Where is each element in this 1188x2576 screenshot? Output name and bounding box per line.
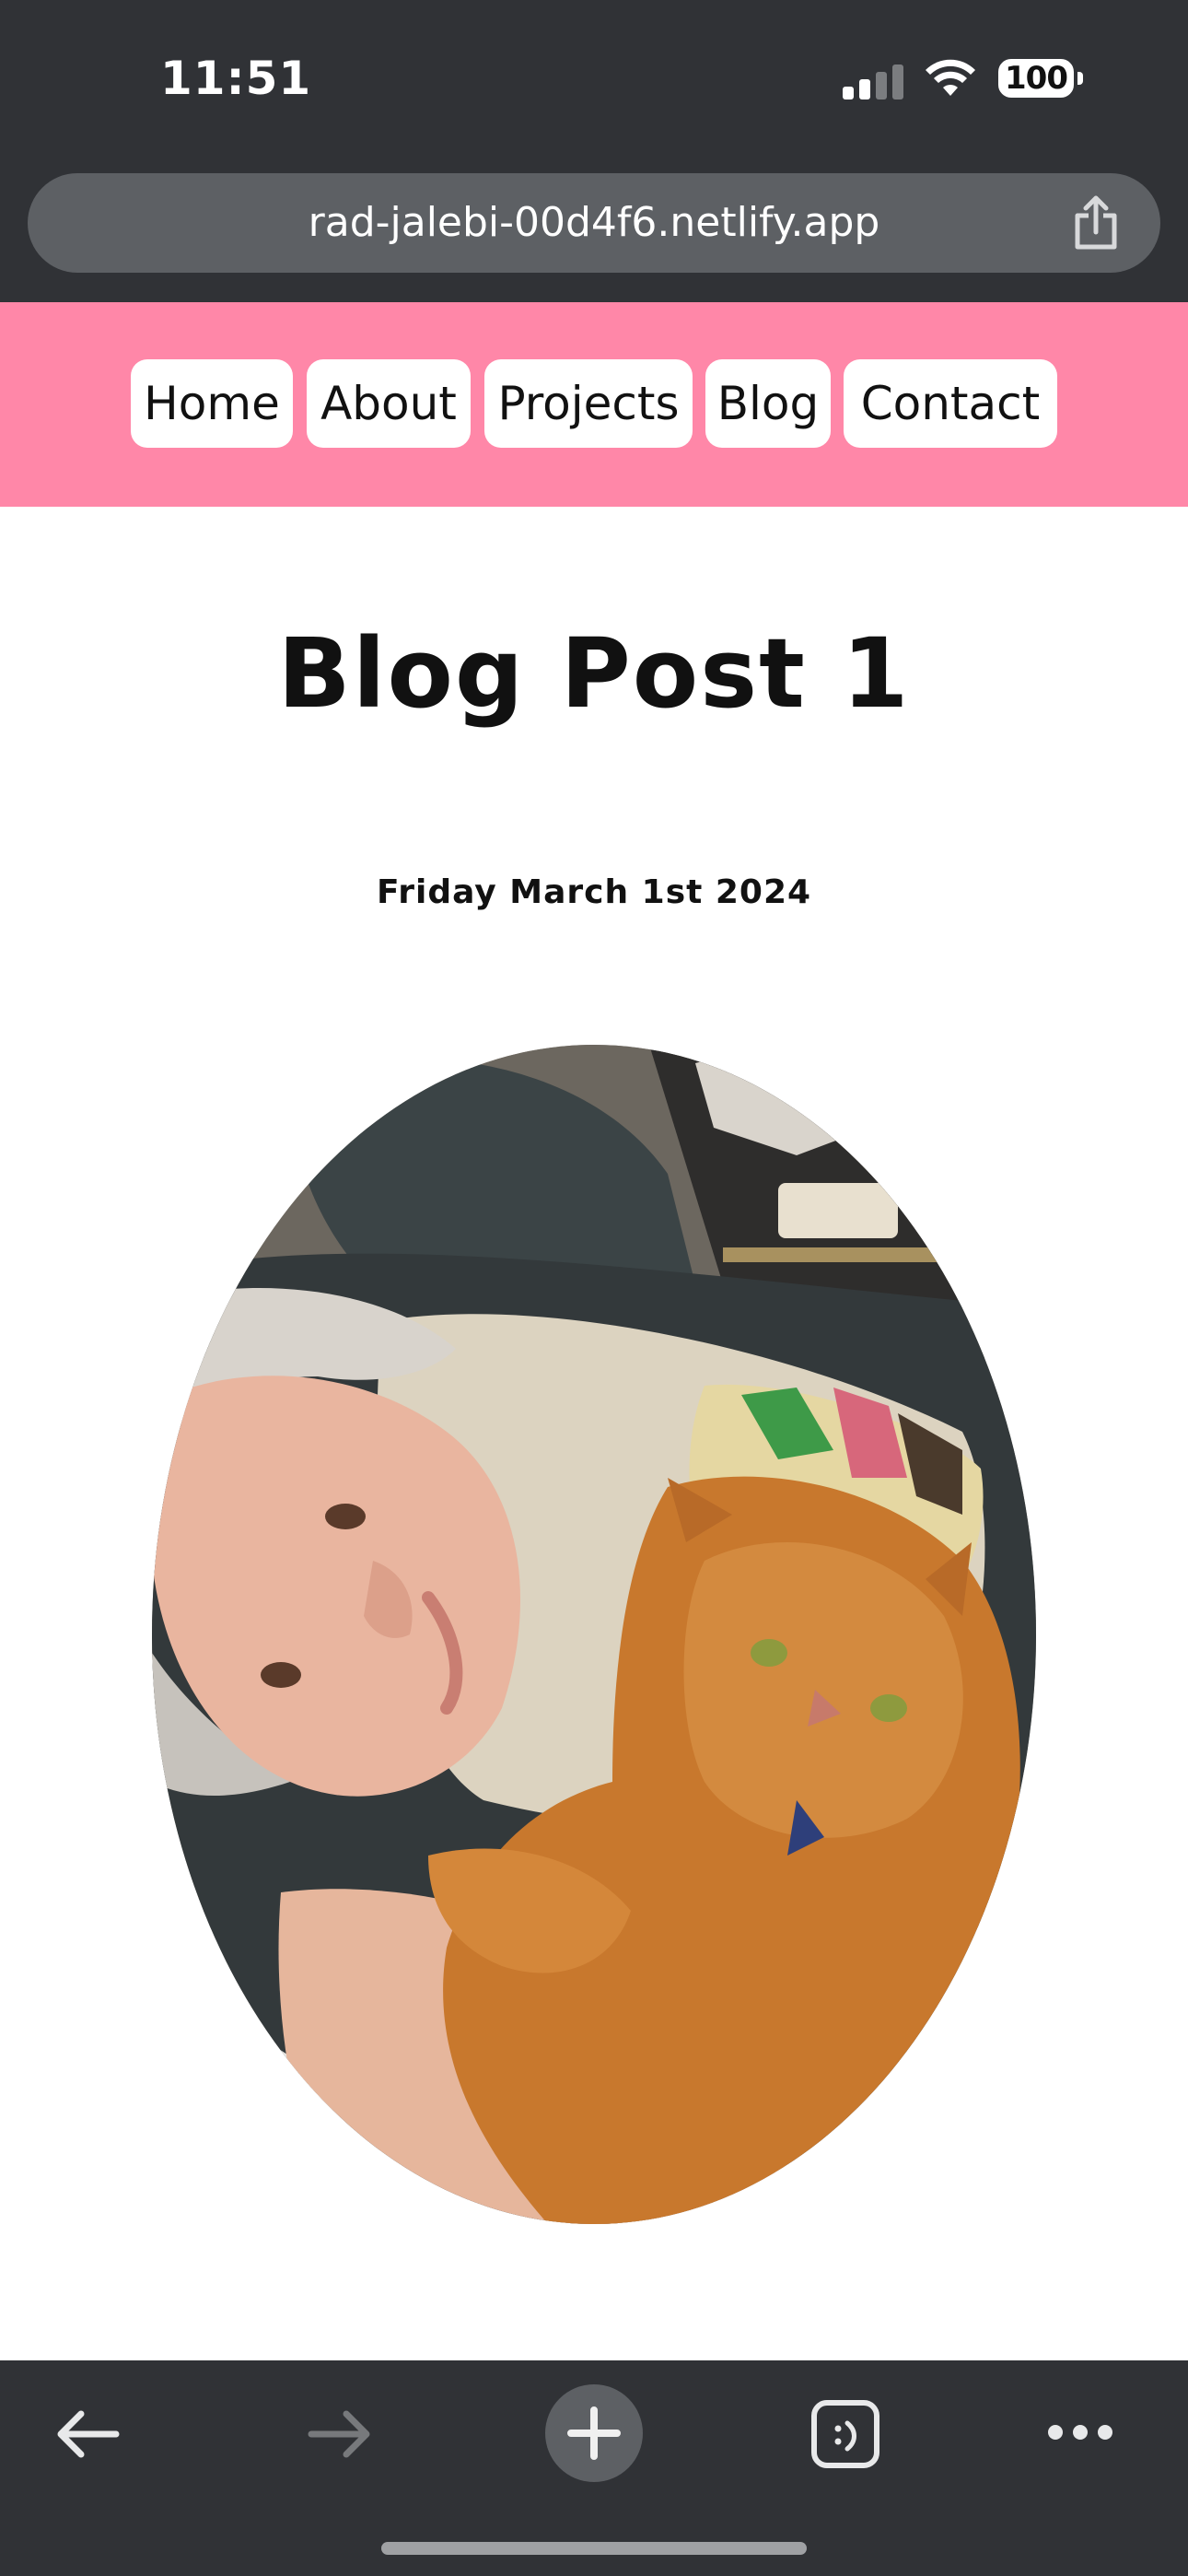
back-arrow-icon[interactable]	[53, 2408, 120, 2460]
post-date: Friday March 1st 2024	[376, 873, 812, 911]
new-tab-plus-icon	[567, 2406, 621, 2460]
battery-icon: 100	[998, 59, 1083, 101]
nav-about[interactable]: About	[307, 359, 471, 448]
browser-top-chrome: 11:51 100 rad-jalebi-00d4f6.netlify.app	[0, 0, 1188, 302]
more-icon[interactable]	[1046, 2423, 1114, 2441]
cellular-signal-icon	[843, 64, 905, 100]
nav-home[interactable]: Home	[131, 359, 293, 448]
nav-blog[interactable]: Blog	[705, 359, 831, 448]
url-text: rad-jalebi-00d4f6.netlify.app	[308, 199, 880, 246]
home-indicator	[381, 2542, 807, 2555]
forward-arrow-icon[interactable]	[308, 2408, 374, 2460]
page-title: Blog Post 1	[277, 617, 911, 730]
site-nav: Home About Projects Blog Contact	[0, 302, 1188, 507]
nav-projects[interactable]: Projects	[484, 359, 693, 448]
wifi-icon	[926, 59, 975, 96]
post-photo	[152, 1045, 1036, 2224]
share-icon[interactable]	[1068, 195, 1124, 252]
address-bar[interactable]: rad-jalebi-00d4f6.netlify.app	[28, 173, 1160, 273]
tabs-icon[interactable]	[810, 2399, 880, 2469]
new-tab-button[interactable]	[545, 2384, 643, 2482]
status-time: 11:51	[160, 52, 312, 105]
nav-contact[interactable]: Contact	[844, 359, 1057, 448]
battery-level: 100	[1005, 60, 1068, 97]
